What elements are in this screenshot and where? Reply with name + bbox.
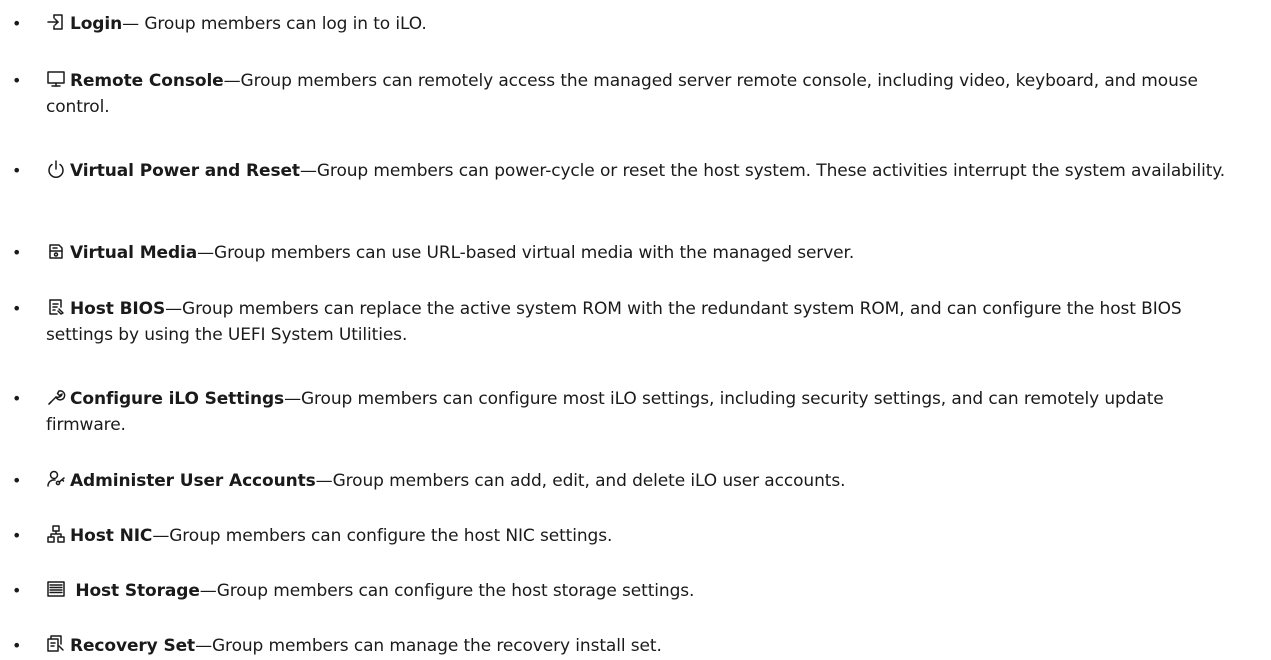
bullet: •: [12, 299, 22, 318]
bullet: •: [12, 161, 22, 180]
item-desc: —Group members can replace the active sy…: [46, 299, 1182, 345]
item-text: Host Storage—Group members can configure…: [46, 578, 1241, 604]
item-text: Host BIOS—Group members can replace the …: [46, 296, 1241, 348]
power-icon: [46, 159, 66, 179]
wrench-icon: [46, 387, 66, 407]
item-term: Host Storage: [75, 581, 200, 601]
bullet: •: [12, 581, 22, 600]
item-text: Configure iLO Settings—Group members can…: [46, 386, 1241, 438]
item-term: Administer User Accounts: [70, 471, 316, 491]
item-term: Host BIOS: [70, 299, 166, 319]
monitor-icon: [46, 69, 66, 89]
item-text: Administer User Accounts—Group members c…: [46, 468, 1241, 494]
item-text: Login— Group members can log in to iLO.: [46, 11, 1241, 37]
network-icon: [46, 524, 66, 544]
bullet: •: [12, 71, 22, 90]
item-desc: —Group members can configure the host st…: [199, 581, 695, 601]
privileges-document: • Login— Group members can log in to iLO…: [0, 0, 1271, 660]
item-text: Virtual Power and Reset—Group members ca…: [46, 158, 1241, 184]
bullet: •: [12, 636, 22, 655]
item-term: Virtual Media: [70, 243, 198, 263]
item-term: Remote Console: [70, 71, 224, 91]
item-desc: —Group members can add, edit, and delete…: [315, 471, 846, 491]
item-text: Recovery Set—Group members can manage th…: [46, 633, 1241, 659]
item-desc: —Group members can manage the recovery i…: [195, 636, 662, 656]
recovery-set-icon: [46, 634, 66, 654]
item-text: Remote Console—Group members can remotel…: [46, 68, 1241, 120]
item-desc: —Group members can use URL-based virtual…: [197, 243, 855, 263]
item-term: Host NIC: [70, 526, 153, 546]
user-key-icon: [46, 469, 66, 489]
storage-icon: [46, 579, 66, 599]
item-desc: — Group members can log in to iLO.: [122, 14, 427, 34]
host-bios-icon: [46, 297, 66, 317]
item-term: Configure iLO Settings: [70, 389, 285, 409]
item-text: Host NIC—Group members can configure the…: [46, 523, 1241, 549]
login-icon: [46, 12, 66, 32]
bullet: •: [12, 14, 22, 33]
bullet: •: [12, 526, 22, 545]
item-term: Login: [70, 14, 123, 34]
bullet: •: [12, 471, 22, 490]
item-term: Recovery Set: [70, 636, 196, 656]
item-text: Virtual Media—Group members can use URL-…: [46, 240, 1241, 266]
bullet: •: [12, 243, 22, 262]
item-desc: —Group members can power-cycle or reset …: [299, 161, 1226, 181]
item-desc: —Group members can configure the host NI…: [152, 526, 613, 546]
bullet: •: [12, 389, 22, 408]
item-term: Virtual Power and Reset: [70, 161, 300, 181]
virtual-media-icon: [46, 241, 66, 261]
